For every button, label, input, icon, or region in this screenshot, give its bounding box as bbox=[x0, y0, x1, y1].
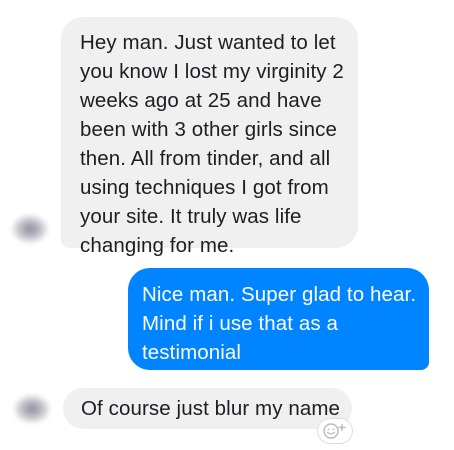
smiley-plus-icon bbox=[322, 422, 348, 440]
blurred-avatar[interactable] bbox=[14, 395, 50, 423]
blurred-avatar[interactable] bbox=[12, 215, 48, 243]
incoming-message-bubble[interactable]: Hey man. Just wanted to let you know I l… bbox=[61, 17, 358, 257]
add-reaction-button[interactable] bbox=[318, 419, 352, 443]
outgoing-message-bubble[interactable]: Nice man. Super glad to hear. Mind if i … bbox=[128, 268, 429, 370]
incoming-message-bubble[interactable]: Of course just blur my name bbox=[63, 388, 352, 429]
message-thread: Hey man. Just wanted to let you know I l… bbox=[0, 0, 454, 450]
